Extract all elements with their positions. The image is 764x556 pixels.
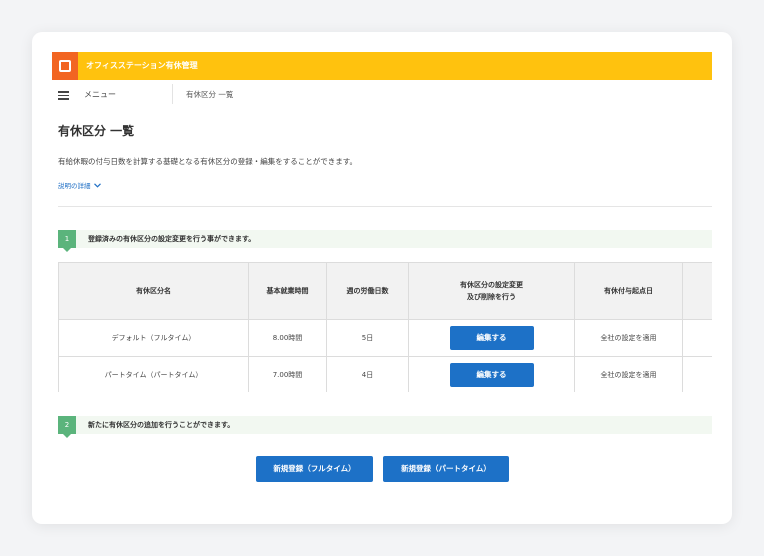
page-title: 有休区分 一覧 — [58, 124, 135, 138]
col-header-origin: 有休付与起点日 — [574, 262, 683, 320]
edit-button[interactable]: 編集する — [449, 326, 534, 350]
cell-action: 編集する — [408, 319, 575, 357]
col-header-action: 有休区分の設定変更 及び削除を行う — [408, 262, 575, 320]
step-1-badge: 1 — [58, 230, 76, 252]
app-logo-icon[interactable] — [52, 52, 78, 80]
col-header-name: 有休区分名 — [58, 262, 249, 320]
section-divider — [58, 206, 712, 207]
table-row: デフォルト（フルタイム） 8.00時間 5日 編集する 全社の設定を適用 — [58, 319, 712, 357]
page-description: 有給休暇の付与日数を計算する基礎となる有休区分の登録・編集をすることができます。 — [58, 157, 358, 166]
col-header-action-line2: 及び削除を行う — [467, 293, 516, 301]
col-header-hours: 基本就業時間 — [248, 262, 327, 320]
cell-name: パートタイム（パートタイム） — [58, 356, 249, 392]
cell-extra — [682, 356, 712, 392]
table-header-row: 有休区分名 基本就業時間 週の労働日数 有休区分の設定変更 及び削除を行う 有休… — [58, 262, 712, 320]
app-title[interactable]: オフィスステーション有休管理 — [86, 52, 198, 80]
col-header-extra — [682, 262, 712, 320]
breadcrumb: 有休区分 一覧 — [186, 90, 234, 99]
step-1-banner: 1 登録済みの有休区分の設定変更を行う事ができます。 — [58, 230, 712, 252]
table-row: パートタイム（パートタイム） 7.00時間 4日 編集する 全社の設定を適用 — [58, 356, 712, 392]
cell-action: 編集する — [408, 356, 575, 392]
cell-name: デフォルト（フルタイム） — [58, 319, 249, 357]
details-link[interactable]: 説明の詳細 — [58, 180, 101, 190]
cell-origin: 全社の設定を適用 — [574, 356, 683, 392]
nav-divider — [172, 84, 173, 104]
step-1-text: 登録済みの有休区分の設定変更を行う事ができます。 — [88, 235, 256, 243]
edit-button[interactable]: 編集する — [449, 363, 534, 387]
cell-days: 5日 — [326, 319, 409, 357]
register-fulltime-button[interactable]: 新規登録（フルタイム） — [256, 456, 373, 482]
cell-extra — [682, 319, 712, 357]
step-2-text: 新たに有休区分の追加を行うことができます。 — [88, 421, 235, 429]
col-header-action-line1: 有休区分の設定変更 — [460, 281, 523, 289]
chevron-down-icon — [93, 182, 101, 188]
app-header: オフィスステーション有休管理 — [52, 52, 712, 80]
cell-origin: 全社の設定を適用 — [574, 319, 683, 357]
menu-button[interactable]: メニュー — [84, 88, 116, 102]
cell-hours: 8.00時間 — [248, 319, 327, 357]
main-card: オフィスステーション有休管理 メニュー 有休区分 一覧 有休区分 一覧 有給休暇… — [32, 32, 732, 524]
cell-hours: 7.00時間 — [248, 356, 327, 392]
register-parttime-button[interactable]: 新規登録（パートタイム） — [383, 456, 509, 482]
details-link-label: 説明の詳細 — [58, 182, 91, 190]
hamburger-menu-icon[interactable] — [58, 91, 69, 100]
col-header-days: 週の労働日数 — [326, 262, 409, 320]
leave-category-table: 有休区分名 基本就業時間 週の労働日数 有休区分の設定変更 及び削除を行う 有休… — [58, 262, 712, 392]
cell-days: 4日 — [326, 356, 409, 392]
step-2-badge: 2 — [58, 416, 76, 438]
step-2-banner: 2 新たに有休区分の追加を行うことができます。 — [58, 416, 712, 438]
